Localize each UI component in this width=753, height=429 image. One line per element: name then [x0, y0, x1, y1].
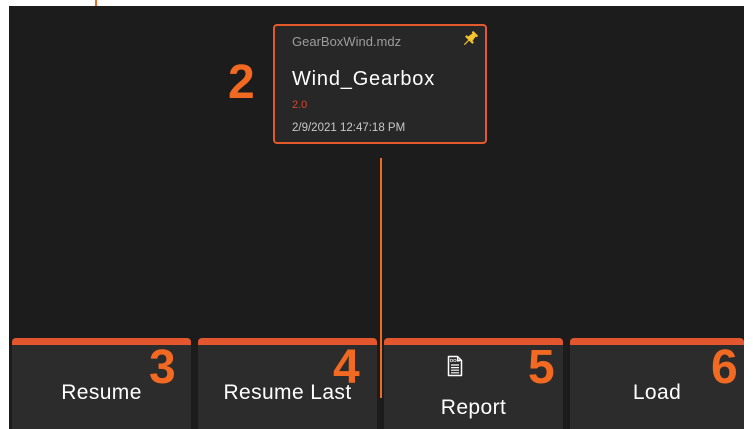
document-icon-label: DOC	[450, 358, 461, 363]
version-label: 2.0	[292, 99, 308, 111]
report-label: Report	[440, 396, 507, 419]
callout-number-5: 5	[528, 341, 555, 394]
file-name: GearBoxWind.mdz	[292, 34, 402, 49]
document-icon: DOC	[447, 355, 463, 377]
file-card[interactable]: GearBoxWind.mdz Wind_Gearbox 2.0 2/9/202…	[273, 24, 487, 144]
callout-number-3: 3	[149, 341, 176, 394]
callout-leader-line	[380, 158, 382, 398]
callout-number-4: 4	[333, 341, 360, 394]
timestamp: 2/9/2021 12:47:18 PM	[292, 122, 406, 134]
callout-number-2: 2	[228, 56, 255, 109]
pin-icon[interactable]	[461, 30, 479, 48]
inspection-title: Wind_Gearbox	[292, 68, 435, 90]
callout-number-6: 6	[711, 341, 738, 394]
